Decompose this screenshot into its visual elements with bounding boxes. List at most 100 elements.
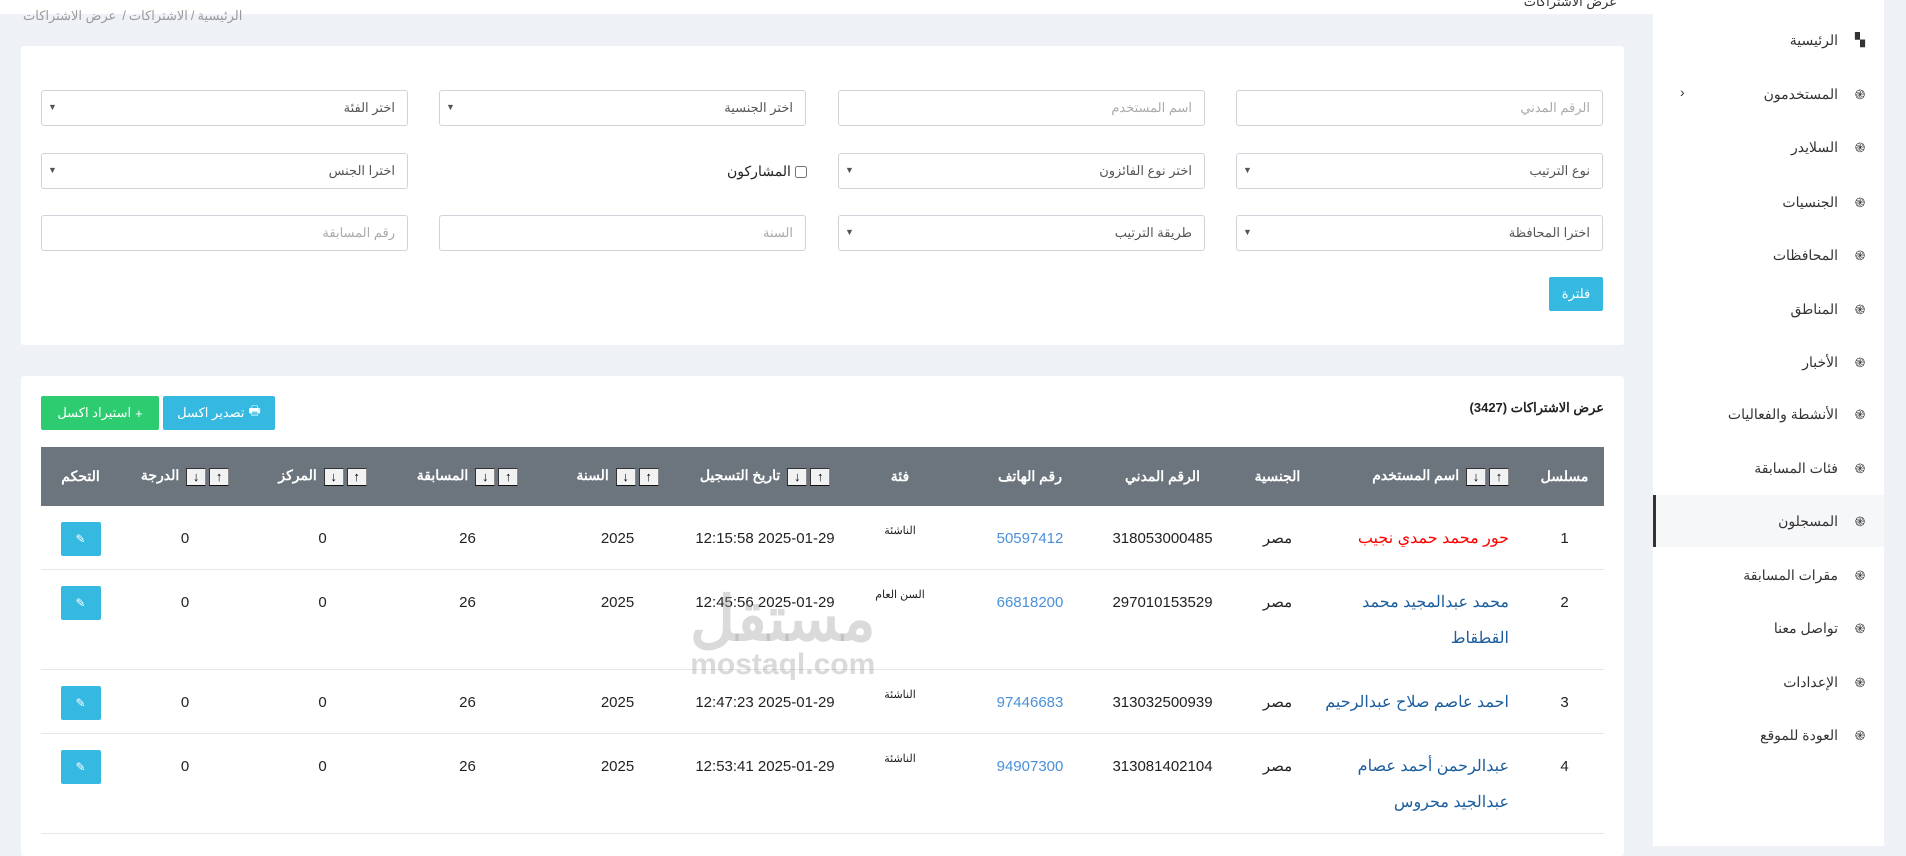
edit-button[interactable]: ✎ xyxy=(60,750,101,784)
sidebar-item[interactable]: ֎ الإعدادات xyxy=(1653,656,1884,708)
governorate-select[interactable]: اخترا المحافظة ▼ xyxy=(1236,215,1603,251)
sort-asc-button[interactable]: ↑ xyxy=(810,467,831,486)
name-cell: عبدالرحمن أحمد عصام عبدالجيد محروس xyxy=(1325,733,1525,834)
sort-desc-button[interactable]: ↓ xyxy=(186,467,207,486)
sort-desc-button[interactable]: ↓ xyxy=(1466,467,1486,486)
user-name-link[interactable]: محمد عبدالمجيد محمد القطقاط xyxy=(1362,594,1509,647)
import-excel-button[interactable]: + استيراد اكسل xyxy=(41,396,159,430)
sidebar-item[interactable]: ֎ المسجلون xyxy=(1653,495,1884,547)
serial-cell: 3 xyxy=(1525,669,1604,734)
column-header-label: المركز xyxy=(278,467,317,484)
phone-link[interactable]: 97446683 xyxy=(965,669,1095,734)
nationality-select[interactable]: اختر الجنسية ▼ xyxy=(439,90,806,126)
participants-checkbox[interactable]: المشاركون xyxy=(727,163,807,180)
sort-desc-button[interactable]: ↓ xyxy=(323,467,344,486)
breadcrumb: الرئيسية/الاشتراكات/عرض الاشتراكات xyxy=(23,8,243,23)
edit-button[interactable]: ✎ xyxy=(60,686,101,720)
table-row: 3 احمد عاصم صلاح عبدالرحيم مصر 313032500… xyxy=(41,669,1604,734)
rank-cell: 0 xyxy=(250,506,395,570)
civil-id-input[interactable]: الرقم المدني xyxy=(1236,90,1603,126)
edit-button[interactable]: ✎ xyxy=(60,522,101,556)
category-cell: السن العام xyxy=(835,569,965,670)
gender-select[interactable]: اخترا الجنس ▼ xyxy=(41,153,408,189)
year-input[interactable]: السنة xyxy=(439,215,806,251)
sort-asc-button[interactable]: ↑ xyxy=(1489,467,1509,486)
civil-id-cell: 318053000485 xyxy=(1095,506,1230,570)
nationality-cell: مصر xyxy=(1230,669,1325,734)
column-header[interactable]: ↑↓ المسابقة xyxy=(395,447,540,506)
column-header-label: فئة xyxy=(890,468,910,484)
sidebar-item-label: العودة للموقع xyxy=(1760,726,1838,743)
user-name-link[interactable]: حور محمد حمدي نجيب xyxy=(1358,530,1509,547)
chevron-left-icon: ‹ xyxy=(1680,84,1685,100)
sidebar-item[interactable]: ֎ السلايدر xyxy=(1653,121,1884,173)
participants-checkbox-input[interactable] xyxy=(794,165,807,178)
sort-asc-button[interactable]: ↑ xyxy=(346,467,367,486)
category-cell: الناشئة xyxy=(835,506,965,570)
date-cell: 2025-01-29 12:47:23 xyxy=(695,669,835,734)
sort-asc-button[interactable]: ↑ xyxy=(209,467,230,486)
category-select[interactable]: اختر الفئة ▼ xyxy=(41,90,408,126)
column-header: الجنسية xyxy=(1230,447,1325,506)
atom-icon: ֎ xyxy=(1854,248,1866,263)
sort-desc-button[interactable]: ↓ xyxy=(615,467,636,486)
sidebar-item[interactable]: ֎ الأنشطة والفعاليات xyxy=(1653,388,1884,440)
sidebar-item[interactable]: ֎ المستخدمون ‹ xyxy=(1653,68,1884,120)
column-header[interactable]: ↑↓ المركز xyxy=(250,447,395,506)
date-cell: 2025-01-29 12:15:58 xyxy=(695,506,835,570)
sort-method-select[interactable]: طريقة الترتيب ▼ xyxy=(838,215,1205,251)
chevron-down-icon: ▼ xyxy=(48,165,57,175)
sidebar-item[interactable]: ֎ مقرات المسابقة xyxy=(1653,549,1884,601)
sidebar-item[interactable]: ֎ الجنسيات xyxy=(1653,176,1884,228)
export-excel-label: تصدير اكسل xyxy=(177,405,245,420)
sidebar-item[interactable]: ֎ تواصل معنا xyxy=(1653,602,1884,654)
sidebar-item[interactable]: ֎ الأخبار xyxy=(1653,336,1884,388)
sort-desc-button[interactable]: ↓ xyxy=(475,467,496,486)
column-header[interactable]: ↑↓ الدرجة xyxy=(120,447,250,506)
atom-icon: ֎ xyxy=(1854,461,1866,476)
column-header[interactable]: ↑↓ السنة xyxy=(540,447,695,506)
sort-asc-button[interactable]: ↑ xyxy=(638,467,659,486)
sidebar: ▚ الرئيسية ֎ المستخدمون ‹ ֎ السلايدر ֎ الجنسيات ֎… xyxy=(1653,0,1884,846)
control-cell: ✎ xyxy=(41,506,120,570)
gender-value: اخترا الجنس xyxy=(328,163,395,178)
filter-button[interactable]: فلترة xyxy=(1549,277,1603,311)
table-row: 1 حور محمد حمدي نجيب مصر 318053000485 50… xyxy=(41,506,1604,570)
sidebar-item[interactable]: ֎ فئات المسابقة xyxy=(1653,442,1884,494)
sidebar-item[interactable]: ▚ الرئيسية xyxy=(1653,14,1884,66)
sort-asc-button[interactable]: ↑ xyxy=(498,467,519,486)
competition-cell: 26 xyxy=(395,569,540,670)
sidebar-item-label: السلايدر xyxy=(1790,138,1838,155)
export-excel-button[interactable]: 🖶 تصدير اكسل xyxy=(163,396,275,430)
username-input[interactable]: اسم المستخدم xyxy=(838,90,1205,126)
phone-link[interactable]: 94907300 xyxy=(965,733,1095,834)
user-name-link[interactable]: عبدالرحمن أحمد عصام عبدالجيد محروس xyxy=(1358,758,1509,811)
phone-link[interactable]: 66818200 xyxy=(965,569,1095,670)
breadcrumb-subscriptions[interactable]: الاشتراكات xyxy=(129,8,188,23)
name-cell: محمد عبدالمجيد محمد القطقاط xyxy=(1325,569,1525,670)
breadcrumb-home[interactable]: الرئيسية xyxy=(198,8,243,23)
chevron-down-icon: ▼ xyxy=(845,165,854,175)
sidebar-item[interactable]: ֎ العودة للموقع xyxy=(1653,709,1884,761)
control-cell: ✎ xyxy=(41,669,120,734)
column-header[interactable]: ↑↓ تاريخ التسجيل xyxy=(695,447,835,506)
sidebar-item[interactable]: ֎ المحافظات xyxy=(1653,229,1884,281)
nationality-select-value: اختر الجنسية xyxy=(724,100,793,115)
column-header[interactable]: ↑↓ اسم المستخدم xyxy=(1325,447,1525,506)
column-header-label: تاريخ التسجيل xyxy=(699,467,781,484)
phone-link[interactable]: 50597412 xyxy=(965,506,1095,570)
winner-type-select[interactable]: اختر نوع الفائزون ▼ xyxy=(838,153,1205,189)
print-icon: 🖶 xyxy=(248,403,261,418)
date-cell: 2025-01-29 12:53:41 xyxy=(695,733,835,834)
chevron-down-icon: ▼ xyxy=(1243,227,1252,237)
atom-icon: ֎ xyxy=(1854,675,1866,690)
sort-type-select[interactable]: نوع الترتيب ▼ xyxy=(1236,153,1603,189)
column-header-label: التحكم xyxy=(61,468,100,484)
subscriptions-count-title: عرض الاشتراكات (3427) xyxy=(1469,400,1604,415)
user-name-link[interactable]: احمد عاصم صلاح عبدالرحيم xyxy=(1325,694,1509,711)
sidebar-item[interactable]: ֎ المناطق xyxy=(1653,283,1884,335)
competition-number-input[interactable]: رقم المسابقة xyxy=(41,215,408,251)
edit-button[interactable]: ✎ xyxy=(60,586,101,620)
column-header-label: الجنسية xyxy=(1254,468,1301,484)
sort-desc-button[interactable]: ↓ xyxy=(787,467,808,486)
